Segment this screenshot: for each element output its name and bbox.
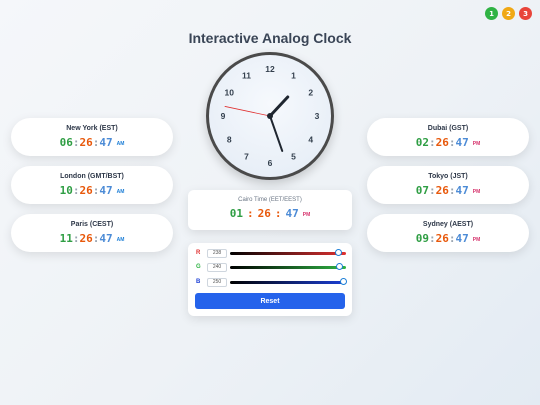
hours: 02 [415, 136, 429, 149]
am-pm: AM [116, 237, 125, 243]
badge-1[interactable]: 1 [485, 7, 498, 20]
hour-hand [268, 95, 290, 118]
clock-numeral-3: 3 [315, 111, 320, 121]
seconds: 47 [99, 184, 113, 197]
green-value-input[interactable]: 240 [207, 262, 227, 272]
local-time-card: Cairo Time (EET/EEST) 01:26:47 PM [188, 190, 352, 230]
status-badges: 1 2 3 [485, 7, 532, 20]
seconds: 47 [455, 136, 469, 149]
digital-time: 09:26:47 PM [415, 232, 481, 245]
digital-time: 07:26:47 PM [415, 184, 481, 197]
slider-label-green: G [196, 264, 201, 270]
city-card-london: London (GMT/BST) 10:26:47 AM [11, 166, 173, 204]
local-digital-time: 01:26:47 PM [229, 207, 311, 220]
slider-row-blue: B 250 [196, 277, 348, 287]
clock-numeral-12: 12 [265, 64, 275, 74]
clock-numeral-1: 1 [291, 70, 296, 80]
green-slider-thumb[interactable] [335, 262, 343, 270]
clock-numeral-2: 2 [308, 88, 313, 98]
minutes: 26 [435, 232, 449, 245]
am-pm: PM [472, 237, 481, 243]
reset-button[interactable]: Reset [195, 293, 345, 309]
am-pm: PM [472, 141, 481, 147]
am-pm: AM [116, 141, 125, 147]
city-card-paris: Paris (CEST) 11:26:47 AM [11, 214, 173, 252]
minutes: 26 [79, 184, 93, 197]
city-card-sydney: Sydney (AEST) 09:26:47 PM [367, 214, 529, 252]
clock-center-pin [267, 113, 273, 119]
badge-2[interactable]: 2 [502, 7, 515, 20]
seconds: 47 [99, 232, 113, 245]
minutes: 26 [257, 207, 271, 220]
hours: 10 [59, 184, 73, 197]
am-pm: PM [472, 189, 481, 195]
clock-numeral-5: 5 [291, 152, 296, 162]
city-card-new-york: New York (EST) 06:26:47 AM [11, 118, 173, 156]
city-name: Sydney (AEST) [422, 221, 474, 228]
city-name: Paris (CEST) [70, 221, 114, 228]
blue-slider-thumb[interactable] [340, 277, 348, 285]
red-slider-thumb[interactable] [334, 248, 342, 256]
city-card-tokyo: Tokyo (JST) 07:26:47 PM [367, 166, 529, 204]
hours: 07 [415, 184, 429, 197]
city-card-dubai: Dubai (GST) 02:26:47 PM [367, 118, 529, 156]
clock-numeral-11: 11 [242, 70, 251, 80]
clock-numeral-6: 6 [268, 158, 273, 168]
slider-label-red: R [196, 250, 201, 256]
second-hand [224, 106, 271, 117]
page-title: Interactive Analog Clock [188, 30, 352, 46]
slider-label-blue: B [196, 279, 201, 285]
am-pm: PM [302, 212, 311, 218]
clock-numeral-9: 9 [221, 111, 226, 121]
local-time-label: Cairo Time (EET/EEST) [238, 197, 302, 203]
seconds: 47 [99, 136, 113, 149]
digital-time: 10:26:47 AM [59, 184, 125, 197]
hours: 11 [59, 232, 73, 245]
hours: 06 [59, 136, 73, 149]
color-control-panel: R 238 G 240 B 250 Reset [188, 243, 352, 316]
blue-slider[interactable] [230, 277, 348, 285]
minutes: 26 [79, 136, 93, 149]
seconds: 47 [455, 232, 469, 245]
am-pm: AM [116, 189, 125, 195]
clock-numeral-4: 4 [308, 135, 313, 145]
clock-numeral-8: 8 [227, 135, 232, 145]
slider-row-green: G 240 [196, 262, 346, 272]
digital-time: 06:26:47 AM [59, 136, 125, 149]
minutes: 26 [79, 232, 93, 245]
minutes: 26 [435, 136, 449, 149]
city-name: Tokyo (JST) [428, 173, 468, 180]
clock-face: 121234567891011 [221, 64, 320, 168]
slider-row-red: R 238 [196, 248, 346, 258]
city-name: New York (EST) [66, 125, 118, 132]
analog-clock: 12 1 2 3 4 5 6 7 8 9 10 11 [206, 52, 334, 180]
red-slider[interactable] [230, 248, 346, 256]
clock-numeral-10: 10 [225, 88, 235, 98]
digital-time: 11:26:47 AM [59, 232, 125, 245]
blue-value-input[interactable]: 250 [207, 277, 227, 287]
clock-numeral-7: 7 [244, 152, 249, 162]
green-slider[interactable] [230, 262, 346, 270]
badge-3[interactable]: 3 [519, 7, 532, 20]
city-name: Dubai (GST) [427, 125, 469, 132]
hours: 09 [415, 232, 429, 245]
minute-hand [269, 115, 284, 152]
seconds: 47 [455, 184, 469, 197]
hours: 01 [229, 207, 243, 220]
digital-time: 02:26:47 PM [415, 136, 481, 149]
seconds: 47 [285, 207, 299, 220]
minutes: 26 [435, 184, 449, 197]
city-name: London (GMT/BST) [60, 173, 124, 180]
red-value-input[interactable]: 238 [207, 248, 227, 258]
